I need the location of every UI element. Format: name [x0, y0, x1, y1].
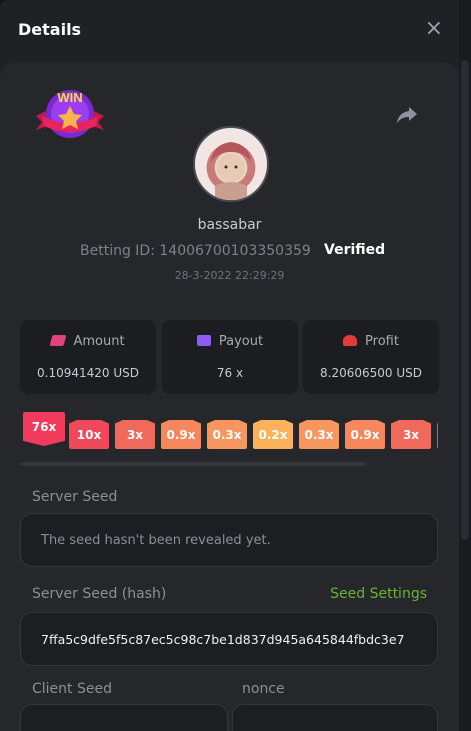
profit-label: Profit [365, 334, 399, 349]
seed-settings-link[interactable]: Seed Settings [330, 586, 427, 602]
server-seed-label: Server Seed [32, 489, 118, 505]
amount-card: Amount 0.10941420 USD [20, 320, 156, 394]
hand-coin-icon [343, 335, 358, 346]
multiplier-chip: 0.2x [253, 420, 293, 449]
profit-value: 8.20606500 USD [320, 366, 422, 380]
details-panel: WIN bassabar Betting ID: 140067001033503… [0, 62, 459, 731]
multiplier-chip: 0.9x [345, 420, 385, 449]
server-seed-hash-label: Server Seed (hash) [32, 586, 167, 602]
betting-id-value: 14006700103350359 [159, 243, 311, 259]
modal-title: Details [18, 20, 82, 39]
multiplier-chip: 0.3x [299, 420, 339, 449]
multiplier-chip: 10x [69, 420, 109, 449]
profit-card: Profit 8.20606500 USD [303, 320, 439, 394]
multiplier-chip: 0.9x [161, 420, 201, 449]
multiplier-chip: 3x [391, 420, 431, 449]
payout-card: Payout 76 x [162, 320, 298, 394]
verified-badge: Verified [324, 242, 386, 258]
betting-id-label: Betting ID: [80, 243, 155, 259]
payout-value: 76 x [216, 366, 244, 380]
multiplier-chip: 76x [23, 412, 65, 446]
scrollbar-thumb[interactable] [461, 60, 469, 540]
bet-datetime: 28-3-2022 22:29:29 [174, 269, 285, 282]
share-icon[interactable] [396, 104, 418, 126]
wallet-icon [49, 335, 67, 346]
multiplier-chip: 0.3x [207, 420, 247, 449]
betting-id-row: Betting ID: 14006700103350359 [80, 243, 311, 259]
page-scrollbar[interactable] [459, 0, 471, 731]
multiplier-chip: 3x [115, 420, 155, 449]
close-icon[interactable]: × [425, 18, 443, 40]
multiplier-history[interactable]: 76x 10x 3x 0.9x 0.3x 0.2x 0.3x 0.9x 3x [22, 412, 438, 464]
avatar [193, 126, 269, 202]
client-seed-field[interactable] [20, 704, 228, 731]
nonce-field[interactable] [232, 704, 438, 731]
client-seed-label: Client Seed [32, 681, 112, 697]
payout-label: Payout [218, 334, 264, 349]
server-seed-field: The seed hasn't been revealed yet. [20, 513, 438, 567]
details-modal: Details × WIN bassabar Betting ID: 14006… [0, 0, 459, 731]
win-badge-icon: WIN [36, 90, 104, 138]
multiplier-chip-partial [437, 420, 438, 449]
win-badge-text: WIN [57, 90, 82, 105]
nonce-label: nonce [242, 681, 285, 697]
amount-label: Amount [73, 334, 125, 349]
card-icon [196, 335, 211, 346]
amount-value: 0.10941420 USD [37, 366, 139, 380]
player-username: bassabar [197, 217, 262, 233]
server-seed-hash-field[interactable]: 7ffa5c9dfe5f5c87ec5c98c7be1d837d945a6458… [20, 612, 438, 666]
horizontal-scrollbar[interactable] [20, 462, 366, 466]
